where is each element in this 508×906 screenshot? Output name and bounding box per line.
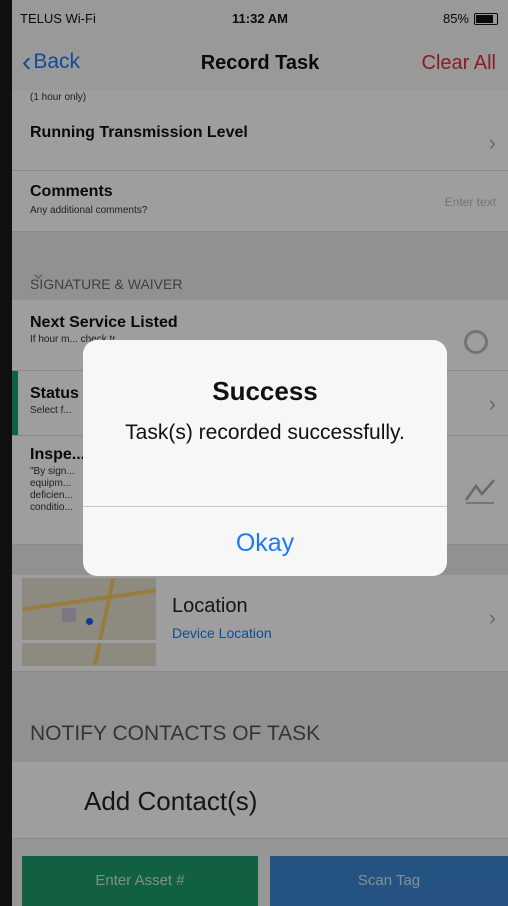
alert-title: Success [212,376,318,406]
alert-message: Task(s) recorded successfully. [125,421,405,444]
success-alert-dialog: Success Task(s) recorded successfully. O… [83,340,447,576]
okay-button[interactable]: Okay [83,507,447,576]
